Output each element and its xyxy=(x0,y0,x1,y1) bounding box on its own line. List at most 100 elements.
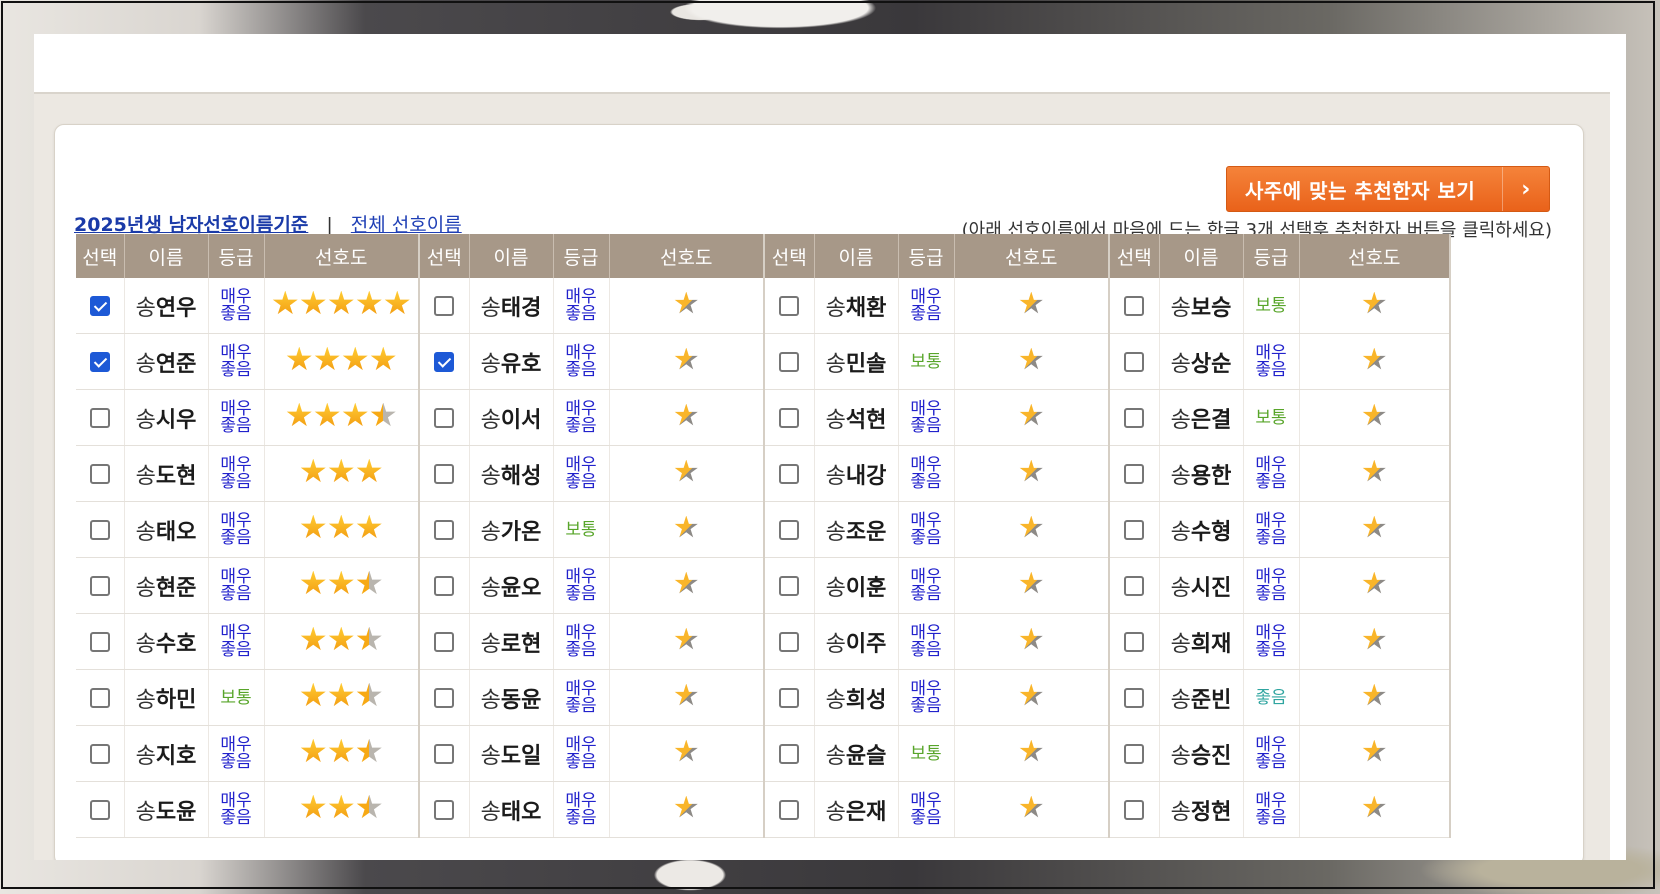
name-cell: 송이서 xyxy=(469,389,554,446)
name-select-checkbox[interactable] xyxy=(89,687,110,708)
preference-cell xyxy=(1299,781,1451,838)
name-cell: 송해성 xyxy=(469,445,554,502)
name-select-checkbox[interactable] xyxy=(779,743,800,764)
table-row: 송현준 매우 좋음 송윤오 매우 좋음 송이훈 매우 좋음 송시진 매우 좋음 xyxy=(76,557,1451,614)
select-cell xyxy=(764,613,815,670)
preference-cell xyxy=(954,669,1110,726)
preference-cell xyxy=(1299,445,1451,502)
preference-cell xyxy=(954,557,1110,614)
name-select-checkbox[interactable] xyxy=(779,295,800,316)
recommend-hanja-button[interactable]: 사주에 맞는 추천한자 보기 › xyxy=(1226,166,1550,212)
surname: 송 xyxy=(1170,743,1191,769)
name-select-checkbox[interactable] xyxy=(89,519,110,540)
name-select-checkbox[interactable] xyxy=(779,631,800,652)
name-select-checkbox[interactable] xyxy=(1124,295,1145,316)
preference-stars xyxy=(1362,739,1386,764)
surname: 송 xyxy=(135,799,156,825)
name-select-checkbox[interactable] xyxy=(1124,631,1145,652)
star-icon xyxy=(328,458,354,483)
name-select-checkbox[interactable] xyxy=(1124,743,1145,764)
full-name: 송하민 xyxy=(136,688,197,713)
preference-cell xyxy=(1299,278,1451,334)
full-name: 송민솔 xyxy=(826,352,887,377)
half-star-icon xyxy=(370,402,396,427)
column-header-preference: 선호도 xyxy=(609,234,765,278)
chevron-right-icon: › xyxy=(1502,167,1549,211)
name-select-checkbox[interactable] xyxy=(779,519,800,540)
name-select-checkbox[interactable] xyxy=(779,799,800,820)
name-select-checkbox[interactable] xyxy=(779,575,800,596)
name-select-checkbox[interactable] xyxy=(434,575,455,596)
name-select-checkbox[interactable] xyxy=(434,407,455,428)
name-table: 선택 이름 등급 선호도 선택 이름 등급 선호도 선택 이름 등급 선호도 선택 이름 등급 선호도 송연우… xyxy=(76,234,1451,838)
name-select-checkbox[interactable] xyxy=(434,295,455,316)
name-cell: 송윤오 xyxy=(469,557,554,614)
filter-link-2025-boys[interactable]: 2025년생 남자선호이름기준 xyxy=(74,214,308,236)
name-select-checkbox[interactable] xyxy=(779,463,800,484)
preference-stars xyxy=(674,403,698,428)
name-select-checkbox[interactable] xyxy=(89,407,110,428)
name-select-checkbox[interactable] xyxy=(89,631,110,652)
star-icon xyxy=(314,346,340,371)
select-cell xyxy=(764,389,815,446)
name-cell: 송수형 xyxy=(1159,501,1244,558)
name-select-checkbox[interactable] xyxy=(779,351,800,372)
name-cell: 송준빈 xyxy=(1159,669,1244,726)
select-cell xyxy=(764,781,815,838)
preference-stars xyxy=(1019,347,1043,372)
name-select-checkbox[interactable] xyxy=(434,743,455,764)
name-select-checkbox[interactable] xyxy=(434,351,455,372)
grade-cell: 매우 좋음 xyxy=(898,278,955,334)
name-select-checkbox[interactable] xyxy=(434,687,455,708)
star-icon xyxy=(1362,795,1386,818)
name-select-checkbox[interactable] xyxy=(89,351,110,372)
name-select-checkbox[interactable] xyxy=(89,799,110,820)
grade-label: 매우 좋음 xyxy=(220,510,252,548)
name-select-checkbox[interactable] xyxy=(779,687,800,708)
preference-cell xyxy=(609,613,765,670)
full-name: 송도일 xyxy=(481,744,542,769)
name-select-checkbox[interactable] xyxy=(89,743,110,764)
name-select-checkbox[interactable] xyxy=(1124,687,1145,708)
name-select-checkbox[interactable] xyxy=(434,463,455,484)
name-cell: 송용한 xyxy=(1159,445,1244,502)
select-cell xyxy=(419,781,470,838)
name-select-checkbox[interactable] xyxy=(779,407,800,428)
preference-cell xyxy=(264,333,420,390)
name-select-checkbox[interactable] xyxy=(1124,463,1145,484)
name-select-checkbox[interactable] xyxy=(89,575,110,596)
preference-cell xyxy=(609,501,765,558)
filter-link-all[interactable]: 전체 선호이름 xyxy=(351,214,462,236)
surname: 송 xyxy=(480,743,501,769)
given-name: 하민 xyxy=(155,687,197,713)
surname: 송 xyxy=(480,631,501,657)
name-select-checkbox[interactable] xyxy=(434,631,455,652)
preference-stars xyxy=(286,346,396,373)
grade-cell: 매우 좋음 xyxy=(208,557,265,614)
name-select-checkbox[interactable] xyxy=(1124,799,1145,820)
star-icon xyxy=(674,683,698,706)
full-name: 송승진 xyxy=(1171,744,1232,769)
surname: 송 xyxy=(480,687,501,713)
preference-stars xyxy=(1019,291,1043,316)
preference-cell xyxy=(1299,613,1451,670)
name-cell: 송수호 xyxy=(124,613,209,670)
name-select-checkbox[interactable] xyxy=(1124,575,1145,596)
select-cell xyxy=(764,278,815,334)
name-select-checkbox[interactable] xyxy=(89,463,110,484)
surname: 송 xyxy=(135,687,156,713)
name-select-checkbox[interactable] xyxy=(89,295,110,316)
full-name: 송희재 xyxy=(1171,632,1232,657)
grade-cell: 매우 좋음 xyxy=(208,613,265,670)
name-select-checkbox[interactable] xyxy=(1124,519,1145,540)
name-select-checkbox[interactable] xyxy=(1124,351,1145,372)
name-select-checkbox[interactable] xyxy=(434,519,455,540)
grade-label: 매우 좋음 xyxy=(565,678,597,716)
star-icon xyxy=(1362,515,1386,538)
name-select-checkbox[interactable] xyxy=(1124,407,1145,428)
full-name: 송윤오 xyxy=(481,576,542,601)
name-select-checkbox[interactable] xyxy=(434,799,455,820)
name-cell: 송시우 xyxy=(124,389,209,446)
filter-links: 2025년생 남자선호이름기준 | 전체 선호이름 xyxy=(74,210,462,237)
select-cell xyxy=(76,278,125,334)
